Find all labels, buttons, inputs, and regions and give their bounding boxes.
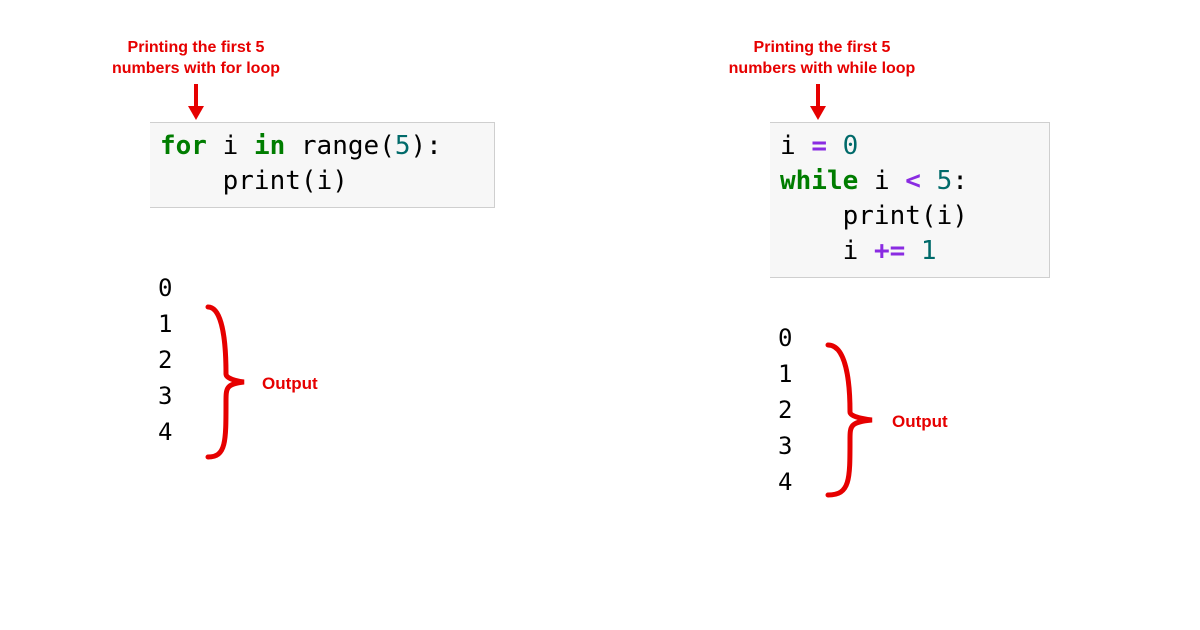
operator-pluseq: += [874, 236, 905, 266]
number-0: 0 [843, 131, 859, 161]
code-line: print(i) [780, 199, 1039, 234]
colon: : [952, 166, 968, 196]
rparen: ) [411, 131, 427, 161]
indent [780, 236, 843, 266]
output-line: 3 [158, 378, 172, 414]
output-line: 3 [778, 428, 792, 464]
fn-print: print [843, 201, 921, 231]
lparen: ( [921, 201, 937, 231]
variable-i: i [843, 236, 859, 266]
keyword-for: for [160, 131, 207, 161]
indent [780, 201, 843, 231]
output-while: 0 1 2 3 4 [778, 320, 792, 500]
variable-i: i [874, 166, 890, 196]
code-block-for: for i in range(5): print(i) [150, 122, 495, 208]
output-for: 0 1 2 3 4 [158, 270, 172, 450]
number-5: 5 [937, 166, 953, 196]
operator-lt: < [905, 166, 921, 196]
output-line: 0 [158, 270, 172, 306]
variable-i: i [317, 166, 333, 196]
output-line: 1 [158, 306, 172, 342]
output-label-while: Output [892, 412, 948, 432]
lparen: ( [301, 166, 317, 196]
code-line: print(i) [160, 164, 484, 199]
rparen: ) [332, 166, 348, 196]
output-line: 2 [158, 342, 172, 378]
number-5: 5 [395, 131, 411, 161]
code-block-while: i = 0 while i < 5: print(i) i += 1 [770, 122, 1050, 278]
brace-icon [820, 340, 880, 500]
arrow-down-icon [186, 82, 206, 120]
keyword-in: in [254, 131, 285, 161]
number-1: 1 [921, 236, 937, 266]
keyword-while: while [780, 166, 858, 196]
output-line: 4 [158, 414, 172, 450]
output-line: 4 [778, 464, 792, 500]
output-line: 0 [778, 320, 792, 356]
output-line: 1 [778, 356, 792, 392]
variable-i: i [937, 201, 953, 231]
rparen: ) [952, 201, 968, 231]
output-line: 2 [778, 392, 792, 428]
fn-range: range [301, 131, 379, 161]
brace-icon [200, 302, 250, 462]
annotation-for-loop: Printing the first 5 numbers with for lo… [96, 38, 296, 80]
code-line: for i in range(5): [160, 129, 484, 164]
code-line: i += 1 [780, 234, 1039, 269]
output-label-for: Output [262, 374, 318, 394]
colon: : [426, 131, 442, 161]
arrow-down-icon [808, 82, 828, 120]
lparen: ( [379, 131, 395, 161]
variable-i: i [780, 131, 796, 161]
operator-assign: = [811, 131, 827, 161]
variable-i: i [223, 131, 239, 161]
indent [160, 166, 223, 196]
fn-print: print [223, 166, 301, 196]
code-line: i = 0 [780, 129, 1039, 164]
annotation-while-loop: Printing the first 5 numbers with while … [712, 38, 932, 80]
code-line: while i < 5: [780, 164, 1039, 199]
